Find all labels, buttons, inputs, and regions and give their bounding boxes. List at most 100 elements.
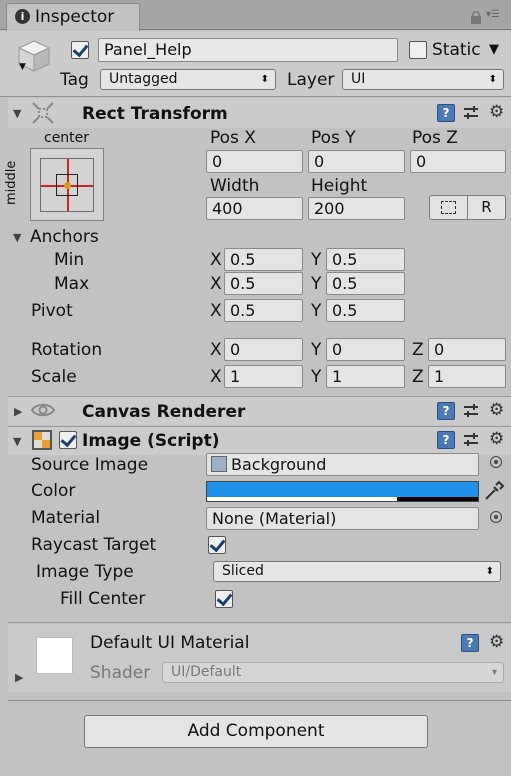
material-label: Material <box>31 508 101 528</box>
material-foldout-icon[interactable]: ▶ <box>15 672 23 684</box>
object-name-input[interactable]: Panel_Help <box>98 38 398 62</box>
scale-label: Scale <box>31 367 77 387</box>
anchor-max-x-field[interactable]: 0.5 <box>224 272 303 295</box>
width-label: Width <box>210 176 260 196</box>
pivot-x-label: X <box>210 301 222 321</box>
tab-menu-icon[interactable]: ▾☰ <box>486 10 500 20</box>
scale-x-field[interactable]: 1 <box>224 365 303 388</box>
preset-icon[interactable] <box>463 105 479 121</box>
color-alpha-bar <box>207 497 478 501</box>
scale-z-label: Z <box>412 367 424 387</box>
min-label: Min <box>54 250 85 270</box>
rotation-y-field[interactable]: 0 <box>326 338 405 361</box>
anchor-min-x-field[interactable]: 0.5 <box>224 248 303 271</box>
gear-icon[interactable]: ⚙ <box>489 103 504 121</box>
pos-y-field[interactable]: 0 <box>308 150 405 173</box>
active-toggle[interactable] <box>71 41 89 59</box>
material-preview-thumbnail <box>36 637 73 674</box>
image-foldout-icon[interactable]: ▼ <box>13 436 21 448</box>
rot-z-label: Z <box>412 340 424 360</box>
shader-value: UI/Default <box>171 664 242 680</box>
layer-dropdown[interactable]: UI ⬍ <box>342 69 504 90</box>
anchors-foldout-icon[interactable]: ▼ <box>13 232 21 244</box>
image-type-dropdown[interactable]: Sliced ⬍ <box>213 561 501 582</box>
blueprint-mode-button[interactable] <box>429 195 468 220</box>
gear-icon[interactable]: ⚙ <box>489 401 504 419</box>
lock-icon[interactable] <box>470 9 482 24</box>
help-icon[interactable]: ? <box>437 402 455 420</box>
image-type-value: Sliced <box>222 563 264 579</box>
rect-transform-foldout-icon[interactable]: ▼ <box>13 108 21 120</box>
pivot-x-field[interactable]: 0.5 <box>224 299 303 322</box>
rotation-z-field[interactable]: 0 <box>428 338 506 361</box>
updown-arrow-icon: ⬍ <box>485 566 494 577</box>
layer-value: UI <box>351 71 366 87</box>
tag-label: Tag <box>60 70 89 90</box>
image-enabled-toggle[interactable] <box>59 431 77 449</box>
scale-y-field[interactable]: 1 <box>326 365 405 388</box>
anchor-min-y-field[interactable]: 0.5 <box>326 248 405 271</box>
height-field[interactable]: 200 <box>308 197 405 220</box>
min-y-label: Y <box>311 250 322 270</box>
tag-value: Untagged <box>109 71 178 87</box>
updown-arrow-icon: ⬍ <box>488 74 497 85</box>
help-icon[interactable]: ? <box>437 104 455 122</box>
pos-x-field[interactable]: 0 <box>206 150 303 173</box>
rot-x-label: X <box>210 340 222 360</box>
pos-z-label: Pos Z <box>412 128 458 148</box>
material-field[interactable]: None (Material) <box>206 507 479 530</box>
static-dropdown-icon[interactable]: ▼ <box>489 42 499 57</box>
preset-icon[interactable] <box>463 403 479 419</box>
object-picker-icon[interactable] <box>490 511 502 523</box>
static-toggle[interactable] <box>409 41 427 59</box>
pivot-y-label: Y <box>311 301 322 321</box>
max-x-label: X <box>210 274 222 294</box>
anchor-max-y-field[interactable]: 0.5 <box>326 272 405 295</box>
help-icon[interactable]: ? <box>437 431 455 449</box>
width-field[interactable]: 400 <box>206 197 303 220</box>
anchors-label: Anchors <box>30 227 99 247</box>
shader-dropdown[interactable]: UI/Default ▾ <box>162 662 504 683</box>
rotation-x-field[interactable]: 0 <box>224 338 303 361</box>
pivot-y-field[interactable]: 0.5 <box>326 299 405 322</box>
icon-dropdown-arrow-icon[interactable]: ▼ <box>19 62 26 72</box>
pos-z-field[interactable]: 0 <box>410 150 506 173</box>
anchor-preset-graphic <box>40 158 94 212</box>
raycast-target-toggle[interactable] <box>208 536 226 554</box>
fill-center-toggle[interactable] <box>215 590 233 608</box>
object-picker-icon[interactable] <box>490 456 502 468</box>
pivot-label: Pivot <box>31 301 73 321</box>
gear-icon[interactable]: ⚙ <box>489 633 504 651</box>
chevron-down-icon: ▾ <box>491 667 497 678</box>
tag-dropdown[interactable]: Untagged ⬍ <box>100 69 276 90</box>
gear-icon[interactable]: ⚙ <box>489 430 504 448</box>
eyedropper-icon[interactable] <box>483 480 505 502</box>
canvas-renderer-title: Canvas Renderer <box>82 402 246 422</box>
source-image-field[interactable]: Background <box>206 453 479 476</box>
canvas-renderer-foldout-icon[interactable]: ▶ <box>14 406 22 418</box>
pos-x-label: Pos X <box>210 128 256 148</box>
preset-icon[interactable] <box>463 432 479 448</box>
rect-transform-title: Rect Transform <box>82 104 228 124</box>
scale-y-label: Y <box>311 367 322 387</box>
anchor-preset-button[interactable] <box>30 148 104 221</box>
sprite-icon <box>211 456 227 472</box>
material-asset-title: Default UI Material <box>90 633 250 653</box>
rotation-label: Rotation <box>31 340 103 360</box>
raw-edit-button[interactable]: R <box>467 195 506 220</box>
help-icon[interactable]: ? <box>461 634 479 652</box>
max-label: Max <box>54 274 90 294</box>
add-component-button[interactable]: Add Component <box>84 715 428 748</box>
tab-title: Inspector <box>35 7 115 27</box>
pos-y-label: Pos Y <box>311 128 356 148</box>
add-component-label: Add Component <box>187 721 325 741</box>
anchor-horizontal-label: center <box>44 130 90 146</box>
static-label: Static <box>432 40 481 60</box>
color-label: Color <box>31 481 76 501</box>
updown-arrow-icon: ⬍ <box>260 74 269 85</box>
inspector-tab[interactable]: i Inspector <box>6 3 140 31</box>
color-field[interactable] <box>206 481 479 502</box>
rot-y-label: Y <box>311 340 322 360</box>
scale-z-field[interactable]: 1 <box>428 365 506 388</box>
shader-label: Shader <box>90 663 151 683</box>
